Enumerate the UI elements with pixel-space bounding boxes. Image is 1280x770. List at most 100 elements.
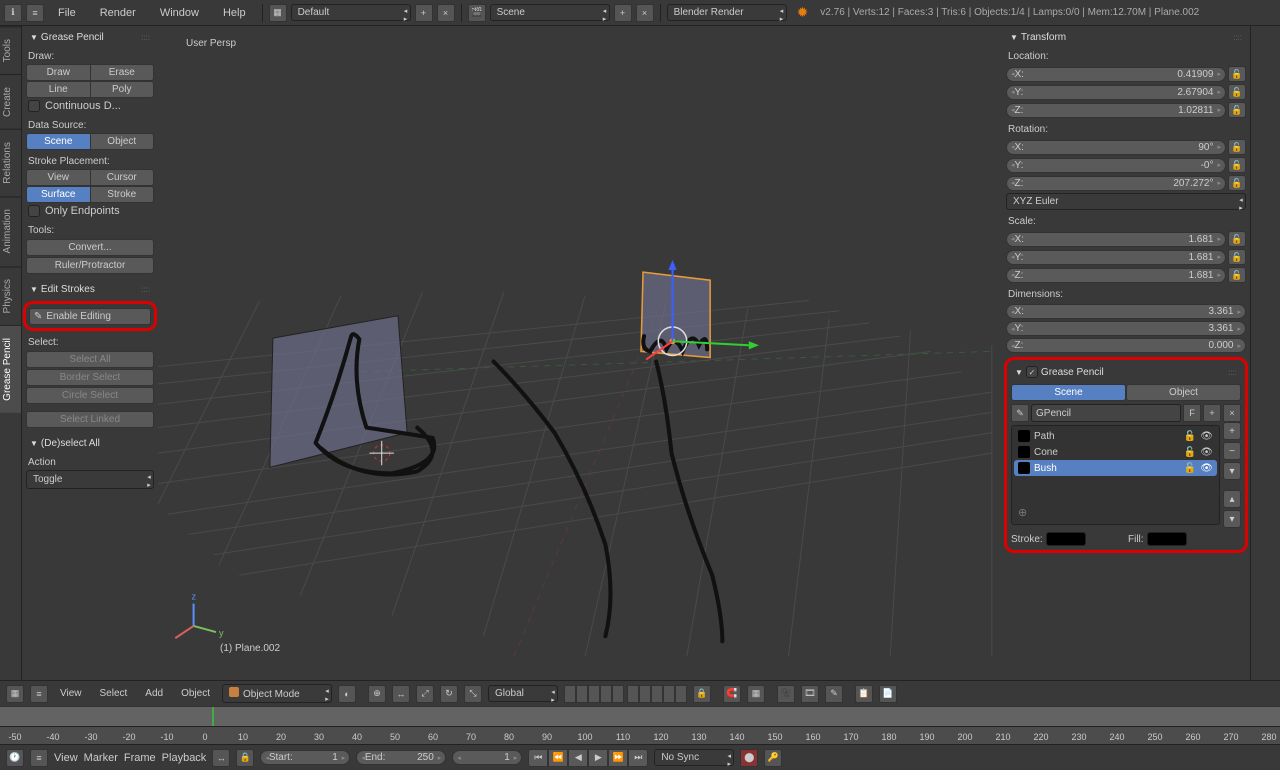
current-frame-field[interactable]: ◂1▸ — [452, 750, 522, 765]
scale-y-field[interactable]: ◂Y:1.681▸ — [1006, 250, 1226, 265]
tl-frame-menu[interactable]: Frame — [124, 752, 156, 764]
tab-grease-pencil[interactable]: Grease Pencil — [0, 325, 21, 413]
action-dropdown[interactable]: Toggle — [26, 470, 154, 489]
gp-datablock-name[interactable] — [1031, 404, 1181, 422]
layer-remove-icon[interactable]: − — [1223, 442, 1241, 460]
tl-view-menu[interactable]: View — [54, 752, 78, 764]
menu-collapse-icon[interactable]: ≡ — [30, 749, 48, 767]
lock-icon[interactable]: 🔓 — [1228, 66, 1246, 82]
gp-object-tab[interactable]: Object — [1126, 384, 1241, 401]
border-select-button[interactable]: Border Select — [26, 369, 154, 386]
jump-start-icon[interactable]: ⏮ — [528, 749, 548, 767]
engine-dropdown[interactable]: Blender Render — [667, 4, 787, 21]
stroke-color-swatch[interactable] — [1046, 532, 1086, 546]
tl-marker-menu[interactable]: Marker — [84, 752, 118, 764]
gp-scene-tab[interactable]: Scene — [1011, 384, 1126, 401]
layer-buttons[interactable] — [564, 685, 687, 703]
end-frame-field[interactable]: ◂End:250▸ — [356, 750, 446, 765]
edit-strokes-header[interactable]: Edit Strokes:::: — [26, 282, 154, 297]
play-icon[interactable]: ▶ — [588, 749, 608, 767]
remove-scene-icon[interactable]: × — [636, 4, 654, 22]
layer-up-icon[interactable]: ▴ — [1223, 490, 1241, 508]
unlink-icon[interactable]: × — [1223, 404, 1241, 422]
dim-z-field[interactable]: ◂Z:0.000▸ — [1006, 338, 1246, 353]
remove-layout-icon[interactable]: × — [437, 4, 455, 22]
poly-button[interactable]: Poly — [91, 81, 155, 98]
keying-set-icon[interactable]: 🔑 — [764, 749, 782, 767]
orientation-dropdown[interactable]: Global — [488, 685, 558, 702]
menu-icon[interactable]: ≡ — [26, 4, 44, 22]
lock-icon[interactable]: 🔓 — [1184, 463, 1196, 474]
lock-icon[interactable]: 🔓 — [1184, 447, 1196, 458]
pivot-icon[interactable]: ⊕ — [368, 685, 386, 703]
circle-select-button[interactable]: Circle Select — [26, 387, 154, 404]
layer-down-icon[interactable]: ▾ — [1223, 510, 1241, 528]
scale-x-field[interactable]: ◂X:1.681▸ — [1006, 232, 1226, 247]
lock-camera-icon[interactable]: 🔒 — [693, 685, 711, 703]
tab-animation[interactable]: Animation — [0, 196, 21, 265]
manip-translate-icon[interactable]: ⤢ — [416, 685, 434, 703]
3d-viewport[interactable]: User Persp — [158, 26, 1002, 680]
scale-z-field[interactable]: ◂Z:1.681▸ — [1006, 268, 1226, 283]
dim-y-field[interactable]: ◂Y:3.361▸ — [1006, 321, 1246, 336]
render-anim-icon[interactable]: 🎞 — [801, 685, 819, 703]
lock-icon[interactable]: 🔓 — [1228, 231, 1246, 247]
lock-icon[interactable]: 🔓 — [1228, 249, 1246, 265]
add-layout-icon[interactable]: + — [415, 4, 433, 22]
placement-cursor-button[interactable]: Cursor — [91, 169, 155, 186]
editor-type-icon[interactable]: 🕐 — [6, 749, 24, 767]
start-frame-field[interactable]: ◂Start:1▸ — [260, 750, 350, 765]
render-preview-icon[interactable]: 🎥 — [777, 685, 795, 703]
add-layer-plus-icon[interactable]: ⊕ — [1018, 506, 1027, 519]
select-all-button[interactable]: Select All — [26, 351, 154, 368]
keyframe-next-icon[interactable]: ⏩ — [608, 749, 628, 767]
tab-relations[interactable]: Relations — [0, 129, 21, 196]
tab-physics[interactable]: Physics — [0, 266, 21, 325]
snap-icon[interactable]: 🧲 — [723, 685, 741, 703]
gp-layer-cone[interactable]: Cone🔓👁 — [1014, 444, 1217, 460]
datasource-object-button[interactable]: Object — [91, 133, 155, 150]
range-icon[interactable]: ↔ — [212, 749, 230, 767]
timeline-ruler[interactable]: -50-40-30-20-100102030405060708090100110… — [0, 726, 1280, 744]
scene-icon[interactable]: 🎬 — [468, 4, 486, 22]
scene-dropdown[interactable]: Scene — [490, 4, 610, 21]
rot-y-field[interactable]: ◂Y:-0°▸ — [1006, 158, 1226, 173]
layer-special-icon[interactable]: ▾ — [1223, 462, 1241, 480]
eye-icon[interactable]: 👁 — [1200, 447, 1213, 458]
select-linked-button[interactable]: Select Linked — [26, 411, 154, 428]
menu-help[interactable]: Help — [213, 4, 256, 22]
eye-icon[interactable]: 👁 — [1200, 431, 1213, 442]
line-button[interactable]: Line — [26, 81, 91, 98]
pencil-icon[interactable]: ✎ — [1011, 404, 1029, 422]
menu-file[interactable]: File — [48, 4, 86, 22]
gpencil-icon[interactable]: ✎ — [825, 685, 843, 703]
keyframe-prev-icon[interactable]: ⏪ — [548, 749, 568, 767]
lock-icon[interactable]: 🔓 — [1228, 175, 1246, 191]
lock-icon[interactable]: 🔓 — [1228, 139, 1246, 155]
rot-z-field[interactable]: ◂Z:207.272°▸ — [1006, 176, 1226, 191]
timeline-scrub[interactable] — [0, 706, 1280, 726]
object-menu[interactable]: Object — [175, 686, 216, 701]
draw-button[interactable]: Draw — [26, 64, 91, 81]
shading-dropdown-icon[interactable]: ◐ — [338, 685, 356, 703]
continuous-checkbox[interactable]: Continuous D... — [26, 98, 154, 114]
layout-dropdown[interactable]: Default — [291, 4, 411, 21]
manip-scale-icon[interactable]: ⤡ — [464, 685, 482, 703]
record-icon[interactable]: ⬤ — [740, 749, 758, 767]
datasource-scene-button[interactable]: Scene — [26, 133, 91, 150]
add-menu[interactable]: Add — [139, 686, 169, 701]
placement-view-button[interactable]: View — [26, 169, 91, 186]
lock-icon[interactable]: 🔓 — [1228, 157, 1246, 173]
layer-add-icon[interactable]: + — [1223, 422, 1241, 440]
gp-panel-header[interactable]: ✓Grease Pencil:::: — [1011, 364, 1241, 380]
lock-icon[interactable]: 🔓 — [1228, 84, 1246, 100]
copy-icon[interactable]: 📋 — [855, 685, 873, 703]
loc-z-field[interactable]: ◂Z:1.02811▸ — [1006, 103, 1226, 118]
loc-x-field[interactable]: ◂X:0.41909▸ — [1006, 67, 1226, 82]
rotation-mode-dropdown[interactable]: XYZ Euler — [1006, 193, 1246, 210]
manip-rotate-icon[interactable]: ↻ — [440, 685, 458, 703]
convert-button[interactable]: Convert... — [26, 239, 154, 256]
grease-pencil-header[interactable]: Grease Pencil:::: — [26, 30, 154, 45]
gp-layer-bush[interactable]: Bush🔓👁 — [1014, 460, 1217, 476]
manipulator-icon[interactable]: ↔ — [392, 685, 410, 703]
